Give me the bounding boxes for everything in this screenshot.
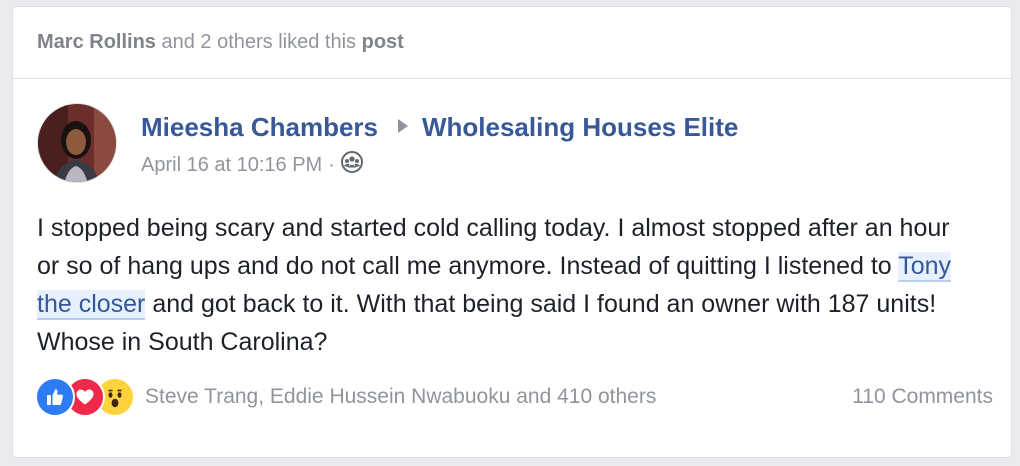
caret-right-icon [397,119,408,133]
author-line: Mieesha Chambers Wholesaling Houses Elite [141,111,738,143]
post-card: Marc Rollins and 2 others liked this pos… [12,6,1012,458]
liked-by-bar: Marc Rollins and 2 others liked this pos… [13,7,1011,79]
liked-post-link[interactable]: post [362,31,404,53]
group-icon[interactable] [340,151,363,179]
liked-by-text: and 2 others liked this [155,31,362,53]
separator-dot: · [328,153,335,176]
post-meta: Mieesha Chambers Wholesaling Houses Elite… [141,111,738,179]
reaction-icons [35,377,135,417]
reactors-text[interactable]: Steve Trang, Eddie Hussein Nwabuoku and … [145,385,656,409]
avatar[interactable] [37,103,117,183]
like-icon[interactable] [35,377,75,417]
comments-count-link[interactable]: 110 Comments [852,385,993,409]
post-header: Mieesha Chambers Wholesaling Houses Elite… [37,103,738,183]
post-text-part: and got back to it. With that being said… [37,290,937,356]
liked-by-names[interactable]: Marc Rollins [37,31,156,53]
timestamp-line: April 16 at 10:16 PM · [141,151,738,179]
post-timestamp[interactable]: April 16 at 10:16 PM [141,154,322,177]
post-text: I stopped being scary and started cold c… [37,209,977,361]
group-name[interactable]: Wholesaling Houses Elite [422,112,738,142]
reactions-summary[interactable]: Steve Trang, Eddie Hussein Nwabuoku and … [35,377,656,417]
post-text-part: I stopped being scary and started cold c… [37,214,950,280]
reactions-bar: Steve Trang, Eddie Hussein Nwabuoku and … [35,377,993,417]
author-name[interactable]: Mieesha Chambers [141,112,378,142]
avatar-image [38,104,116,182]
